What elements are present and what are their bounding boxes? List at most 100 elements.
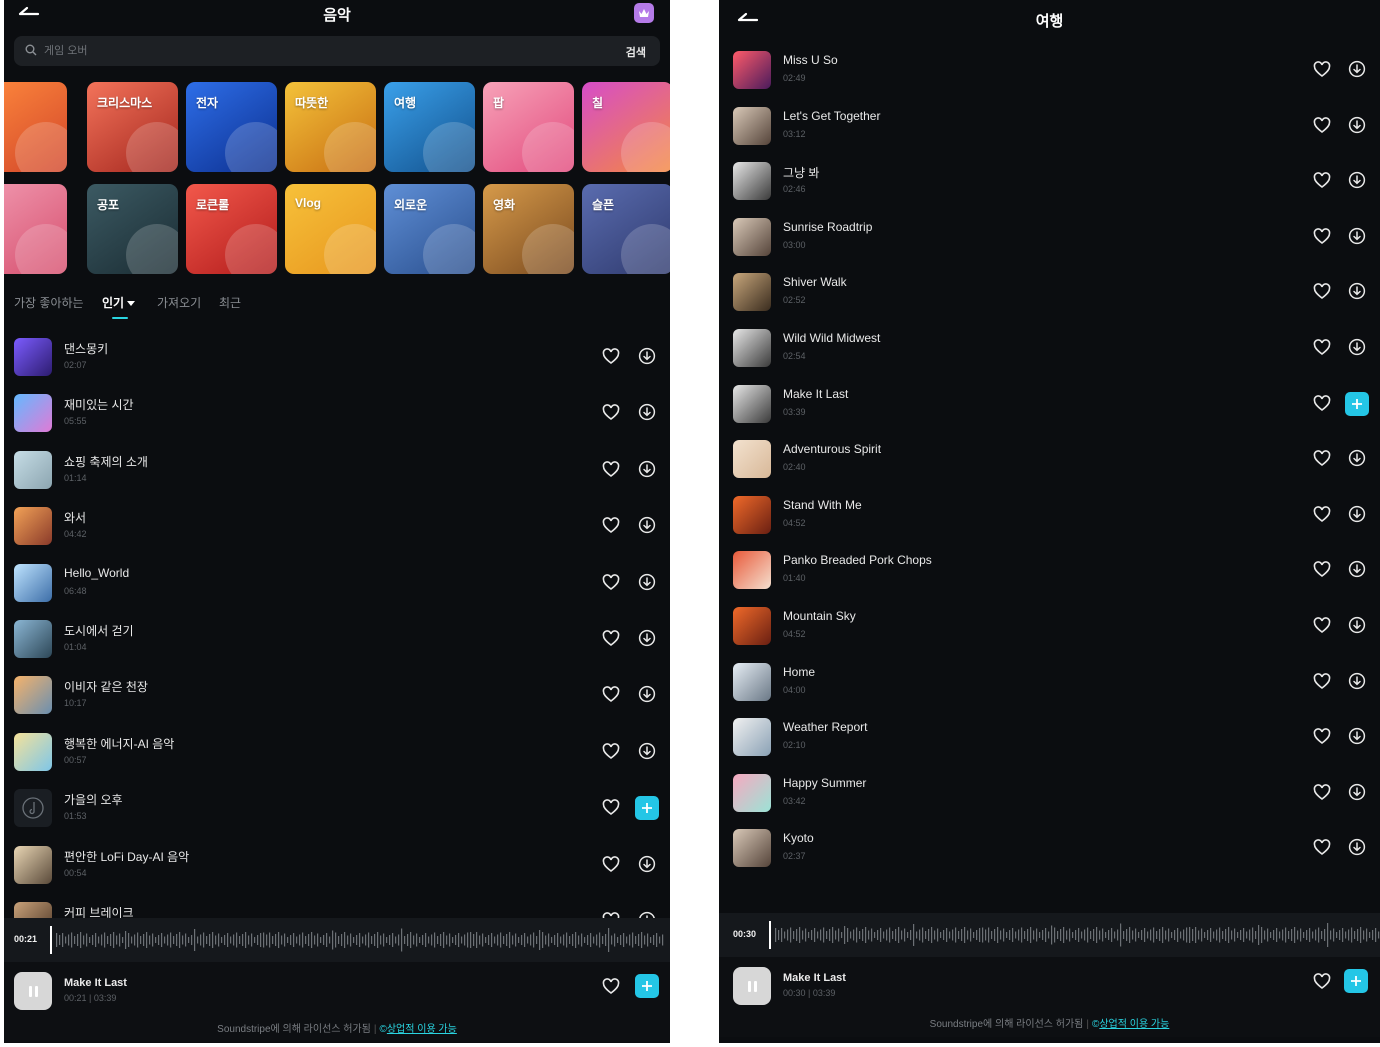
heart-icon[interactable] [602,517,620,534]
download-icon[interactable] [638,573,656,591]
category-tile[interactable]: 공포 [87,184,178,274]
track-row[interactable]: 재미있는 시간 05:55 [4,386,670,442]
download-icon[interactable] [1348,449,1366,467]
add-button[interactable] [1345,391,1369,416]
download-icon[interactable] [1348,282,1366,300]
category-tile[interactable]: 크리스마스 [87,82,178,172]
add-button[interactable] [1344,969,1368,993]
waveform-bar[interactable]: 00:21 [4,918,670,962]
heart-icon[interactable] [602,742,620,760]
download-icon[interactable] [638,629,656,647]
track-row[interactable]: 쇼핑 축제의 소개 01:14 [4,443,670,499]
track-row[interactable]: 행복한 에너지-AI 음악 00:57 [4,725,670,781]
download-icon[interactable] [1348,672,1366,690]
track-row[interactable]: Adventurous Spirit 02:40 [719,432,1380,488]
heart-icon[interactable] [1313,505,1331,523]
category-tile[interactable] [4,82,67,172]
track-row[interactable]: Make It Last 03:39 [719,377,1380,433]
track-row[interactable]: 이비자 같은 천장 10:17 [4,668,670,724]
download-icon[interactable] [638,460,656,478]
category-tile[interactable]: Vlog [285,184,376,274]
heart-icon[interactable] [1313,839,1331,856]
heart-icon[interactable] [1313,172,1331,189]
heart-icon[interactable] [1313,617,1331,634]
download-icon[interactable] [1348,560,1366,578]
heart-icon[interactable] [602,630,620,647]
category-tile[interactable]: 따뜻한 [285,82,376,172]
heart-icon[interactable] [602,855,620,873]
download-icon[interactable] [638,685,656,703]
track-row[interactable]: 댄스몽키 02:07 [4,330,670,386]
track-row[interactable]: Stand With Me 04:52 [719,488,1380,544]
track-row[interactable]: Shiver Walk 02:52 [719,265,1380,321]
track-row[interactable]: Kyoto 02:37 [719,821,1380,877]
track-row[interactable]: Happy Summer 03:42 [719,766,1380,822]
track-row[interactable]: 그냥 봐 02:46 [719,154,1380,210]
track-row[interactable]: Sunrise Roadtrip 03:00 [719,210,1380,266]
heart-icon[interactable] [1313,339,1331,356]
category-tile[interactable]: 팝 [483,82,574,172]
category-tile[interactable]: 칠 [582,82,670,172]
track-row[interactable]: 와서 04:42 [4,499,670,555]
heart-icon[interactable] [602,978,620,995]
download-icon[interactable] [638,855,656,873]
track-row[interactable]: Weather Report 02:10 [719,710,1380,766]
heart-icon[interactable] [602,348,620,365]
category-tile[interactable]: 여행 [384,82,475,172]
commercial-use-link[interactable]: 상업적 이용 가능 [1099,1019,1169,1030]
download-icon[interactable] [1348,116,1366,134]
tab-import[interactable]: 가져오기 [157,294,201,311]
category-tile[interactable]: 외로운 [384,184,475,274]
heart-icon[interactable] [602,404,620,421]
track-row[interactable]: Hello_World 06:48 [4,556,670,612]
category-tile[interactable]: 슬픈 [582,184,670,274]
heart-icon[interactable] [1313,227,1331,245]
download-icon[interactable] [638,742,656,760]
category-tile[interactable]: 로큰롤 [186,184,277,274]
pause-button[interactable] [733,967,771,1005]
track-row[interactable]: Let's Get Together 03:12 [719,99,1380,155]
heart-icon[interactable] [1313,672,1331,690]
waveform[interactable] [769,921,1380,949]
heart-icon[interactable] [1313,61,1331,78]
track-row[interactable]: Wild Wild Midwest 02:54 [719,321,1380,377]
waveform-bar[interactable]: 00:30 [719,913,1380,957]
download-icon[interactable] [1348,171,1366,189]
crown-icon[interactable] [634,3,654,23]
heart-icon[interactable] [1313,283,1331,300]
commercial-use-link[interactable]: 상업적 이용 가능 [387,1024,457,1035]
download-icon[interactable] [1348,838,1366,856]
heart-icon[interactable] [602,573,620,591]
track-row[interactable]: 가을의 오후 01:53 [4,781,670,837]
category-tile[interactable]: 전자 [186,82,277,172]
download-icon[interactable] [1348,505,1366,523]
category-tile[interactable]: 영화 [483,184,574,274]
search-button[interactable]: 검색 [626,44,646,60]
download-icon[interactable] [1348,338,1366,356]
download-icon[interactable] [638,403,656,421]
pause-button[interactable] [14,972,52,1010]
heart-icon[interactable] [1313,728,1331,745]
download-icon[interactable] [638,347,656,365]
download-icon[interactable] [1348,783,1366,801]
heart-icon[interactable] [1313,783,1331,801]
download-icon[interactable] [1348,727,1366,745]
tab-popular[interactable]: 인기 [102,294,136,319]
add-button[interactable] [635,796,659,821]
track-row[interactable]: 도시에서 걷기 01:04 [4,612,670,668]
search-input[interactable] [44,36,604,66]
track-row[interactable]: 편안한 LoFi Day-AI 음악 00:54 [4,838,670,894]
download-icon[interactable] [638,516,656,534]
download-icon[interactable] [1348,227,1366,245]
tab-favorites[interactable]: 가장 좋아하는 [14,294,84,311]
track-row[interactable]: Home 04:00 [719,655,1380,711]
heart-icon[interactable] [1313,973,1331,990]
heart-icon[interactable] [1313,450,1331,467]
waveform[interactable] [50,926,666,954]
download-icon[interactable] [1348,60,1366,78]
heart-icon[interactable] [1313,116,1331,134]
heart-icon[interactable] [602,686,620,703]
download-icon[interactable] [1348,616,1366,634]
add-button[interactable] [635,974,659,998]
track-row[interactable]: Miss U So 02:49 [719,43,1380,99]
